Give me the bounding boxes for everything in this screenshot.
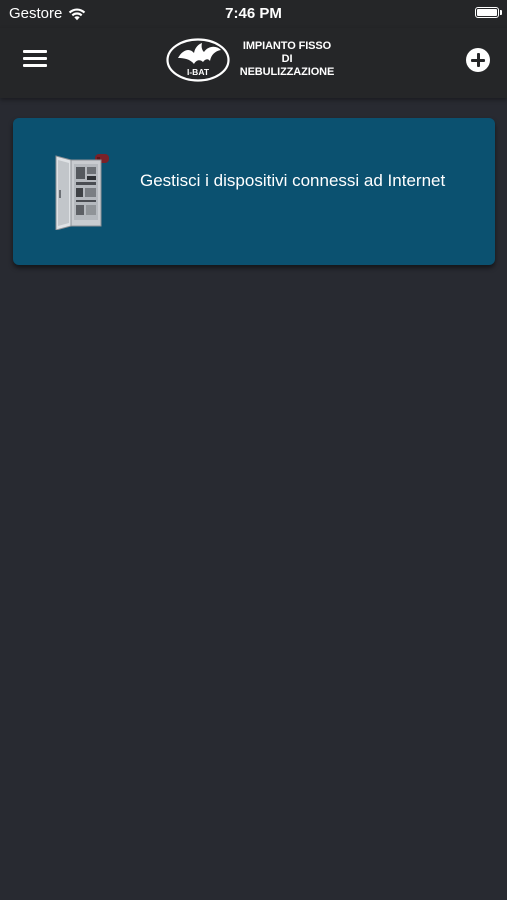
logo-badge-text: I-BAT bbox=[187, 67, 210, 77]
app-title: IMPIANTO FISSO DI NEBULIZZAZIONE bbox=[232, 40, 342, 79]
manage-devices-label: Gestisci i dispositivi connessi ad Inter… bbox=[140, 171, 446, 190]
hamburger-menu-icon[interactable] bbox=[23, 50, 47, 70]
app-title-line-2: DI bbox=[281, 53, 293, 65]
app-logo: I-BAT IMPIANTO FISSO DI NEBULIZZAZIONE bbox=[166, 36, 346, 86]
status-time: 7:46 PM bbox=[225, 5, 282, 22]
add-device-icon[interactable] bbox=[466, 48, 490, 72]
navigation-bar: I-BAT IMPIANTO FISSO DI NEBULIZZAZIONE bbox=[0, 28, 507, 98]
battery-icon bbox=[475, 7, 502, 18]
manage-devices-card[interactable]: Gestisci i dispositivi connessi ad Inter… bbox=[13, 118, 495, 265]
control-cabinet-image bbox=[55, 154, 109, 230]
status-bar: Gestore 7:46 PM bbox=[0, 0, 507, 28]
bat-logo-icon: I-BAT bbox=[166, 38, 230, 82]
app-title-line-1: IMPIANTO FISSO bbox=[242, 40, 332, 52]
app-title-line-3: NEBULIZZAZIONE bbox=[239, 66, 335, 78]
